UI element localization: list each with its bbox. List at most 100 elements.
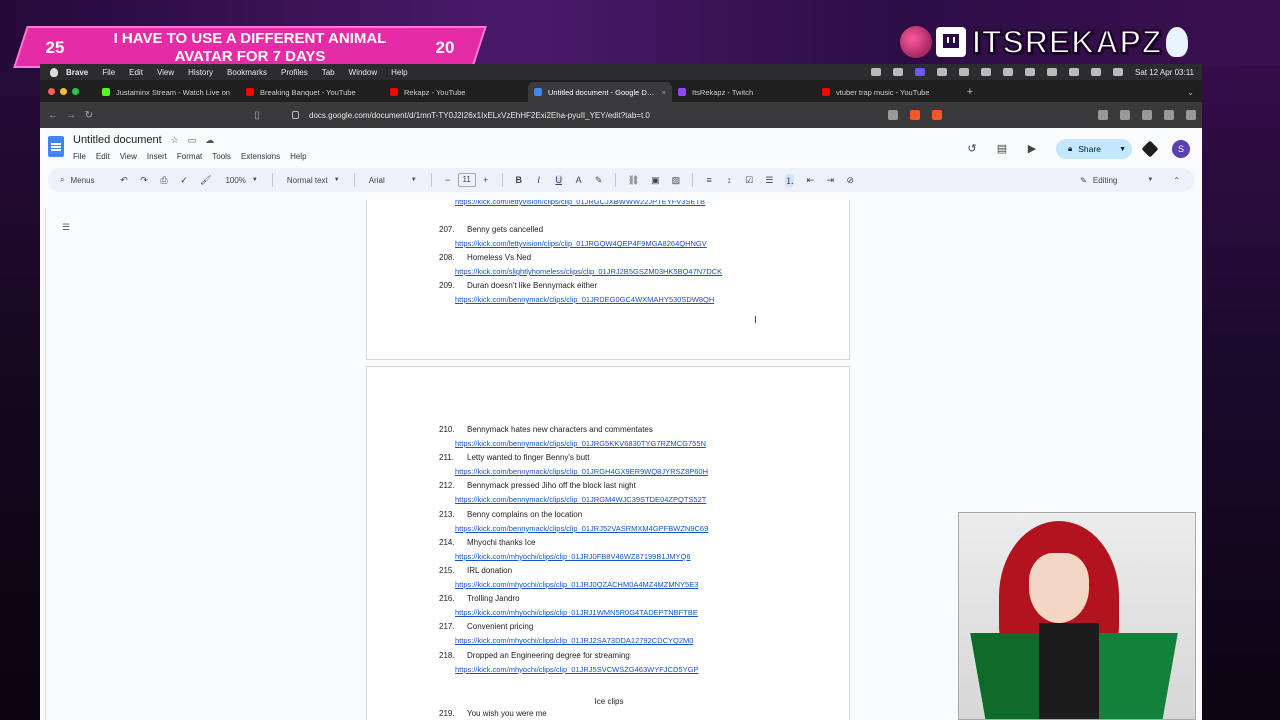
underline-icon[interactable]: U [554,175,563,185]
star-icon[interactable]: ☆ [171,135,179,146]
clip-link[interactable]: https://kick.com/bennymack/clips/clip_01… [439,467,819,476]
spellcheck-icon[interactable]: ✓ [180,175,188,186]
bold-icon[interactable]: B [515,175,523,185]
avatar[interactable]: S [1172,140,1190,158]
clip-link[interactable]: https://kick.com/mhyochi/clips/clip_01JR… [439,636,819,645]
list-item[interactable]: https://kick.com/lettyvision/clips/clip_… [439,200,819,206]
clip-title[interactable]: Dropped an Engineering degree for stream… [467,651,630,660]
wallet-icon[interactable] [1120,110,1130,120]
text-color-icon[interactable]: A [575,175,583,185]
vertical-ruler[interactable] [40,208,46,720]
extensions-icon[interactable] [1142,110,1152,120]
volume-icon[interactable] [958,68,969,76]
clear-formatting-icon[interactable]: ⊘ [846,175,855,186]
docs-menu-help[interactable]: Help [290,152,306,161]
site-info-icon[interactable] [292,111,299,119]
menubar-item-window[interactable]: Window [349,68,377,77]
menubar-item-tab[interactable]: Tab [322,68,335,77]
redo-icon[interactable]: ↷ [140,175,148,186]
docs-menu-tools[interactable]: Tools [212,152,231,161]
docs-menu-format[interactable]: Format [177,152,202,161]
menus-search[interactable]: ⌕ Menus [48,175,114,185]
clip-link[interactable]: https://kick.com/mhyochi/clips/clip_01JR… [439,552,819,561]
insert-link-icon[interactable]: ⛓︎ [628,175,639,186]
share-button[interactable]: 🔒︎ Share ▼ [1056,139,1132,159]
list-item[interactable]: 219. You wish you were me [439,709,819,718]
clip-link[interactable]: https://kick.com/mhyochi/clips/clip_01JR… [439,608,819,617]
highlight-icon[interactable]: ✎ [595,175,603,186]
reload-button[interactable]: ↻ [80,110,98,121]
docs-logo-icon[interactable] [48,136,64,157]
increase-indent-icon[interactable]: ⇥ [826,175,835,186]
document-page[interactable]: https://kick.com/lettyvision/clips/clip_… [366,200,850,360]
section-heading[interactable]: Ice clips [367,697,851,706]
keyboard-icon[interactable] [980,68,991,76]
zoom-select[interactable]: 100% ▼ [225,176,257,185]
clip-title[interactable]: IRL donation [467,566,512,575]
print-icon[interactable]: ⎙ [160,175,168,186]
clip-link[interactable]: https://kick.com/lettyvision/clips/clip_… [439,200,819,206]
undo-icon[interactable]: ↶ [120,175,128,186]
insert-image-icon[interactable]: ▨ [672,175,681,186]
menubar-item-bookmarks[interactable]: Bookmarks [227,68,267,77]
clip-link[interactable]: https://kick.com/bennymack/clips/clip_01… [439,495,819,504]
status-screen-icon[interactable] [914,68,925,76]
list-item[interactable]: 215. IRL donation https://kick.com/mhyochi… [439,566,819,589]
clip-title[interactable]: You wish you were me [467,709,547,718]
menubar-item-edit[interactable]: Edit [129,68,143,77]
url-text[interactable]: docs.google.com/document/d/1mnT-TY0J2I26… [309,111,650,120]
menubar-item-view[interactable]: View [157,68,174,77]
brave-rewards-icon[interactable] [932,110,942,120]
browser-tab[interactable]: Justaminx Stream - Watch Live on [96,82,240,102]
search-icon[interactable] [1090,68,1101,76]
version-history-icon[interactable]: ↺ [966,143,978,155]
decrease-font-size-icon[interactable]: − [444,175,452,185]
editing-mode-select[interactable]: ✎ Editing ▼ [1080,176,1153,185]
wifi-icon[interactable] [1068,68,1079,76]
list-item[interactable]: 216. Trolling Jandro https://kick.com/mhyo… [439,594,819,617]
clip-title[interactable]: Letty wanted to finger Benny's butt [467,453,590,462]
document-page[interactable]: Ice clips 219. You wish you were me 210. B… [366,366,850,720]
clip-link[interactable]: https://kick.com/bennymack/clips/clip_01… [439,524,819,533]
list-item[interactable]: 207. Benny gets cancelled https://kick.com… [439,225,819,248]
list-item[interactable]: 217. Convenient pricing https://kick.com/m… [439,622,819,645]
share-page-icon[interactable] [888,110,898,120]
status-extension-icon[interactable] [870,68,881,76]
bluetooth-icon[interactable] [1002,68,1013,76]
collapse-menus-icon[interactable]: ⌃ [1173,176,1180,185]
browser-tab-active[interactable]: Untitled document - Google Docs × [528,82,672,102]
clip-title[interactable]: Homeless Vs Ned [467,253,531,262]
clip-title[interactable]: Bennymack pressed Jiho off the block las… [467,481,636,490]
minimize-window-button[interactable] [60,87,67,95]
clip-link[interactable]: https://kick.com/bennymack/clips/clip_01… [439,439,819,448]
clip-title[interactable]: Benny complains on the location [467,510,582,519]
list-item[interactable]: 210. Bennymack hates new characters and c… [439,425,819,448]
docs-menu-view[interactable]: View [120,152,137,161]
line-spacing-icon[interactable]: ↕ [725,175,733,185]
clip-title[interactable]: Bennymack hates new characters and comme… [467,425,653,434]
clip-link[interactable]: https://kick.com/mhyochi/clips/clip_01JR… [439,665,819,674]
clip-title[interactable]: Convenient pricing [467,622,533,631]
docs-menu-file[interactable]: File [73,152,86,161]
docs-menu-edit[interactable]: Edit [96,152,110,161]
menubar-clock[interactable]: Sat 12 Apr 03:11 [1135,68,1194,77]
clip-link[interactable]: https://kick.com/mhyochi/clips/clip_01JR… [439,580,819,589]
numbered-list-icon[interactable]: ⒈ [785,173,795,187]
clip-title[interactable]: Mhyochi thanks Ice [467,538,535,547]
chevron-down-icon[interactable]: ▼ [1119,146,1126,153]
document-outline-icon[interactable]: ☰ [62,222,70,233]
tab-close-icon[interactable]: × [662,88,666,97]
gemini-icon[interactable] [1141,140,1159,158]
clip-link[interactable]: https://kick.com/bennymack/clips/clip_01… [439,295,819,304]
control-center-icon[interactable] [1112,68,1123,76]
forward-button[interactable]: → [62,110,80,121]
apple-icon[interactable] [50,67,58,77]
align-icon[interactable]: ≡ [705,175,713,185]
docs-menu-insert[interactable]: Insert [147,152,167,161]
font-size-input[interactable]: 11 [457,173,476,187]
add-comment-icon[interactable]: ▣ [651,175,660,186]
docs-menu-extensions[interactable]: Extensions [241,152,280,161]
leo-icon[interactable] [1164,110,1174,120]
checklist-icon[interactable]: ☑ [745,175,753,186]
browser-tab[interactable]: Rekapz - YouTube [384,82,528,102]
